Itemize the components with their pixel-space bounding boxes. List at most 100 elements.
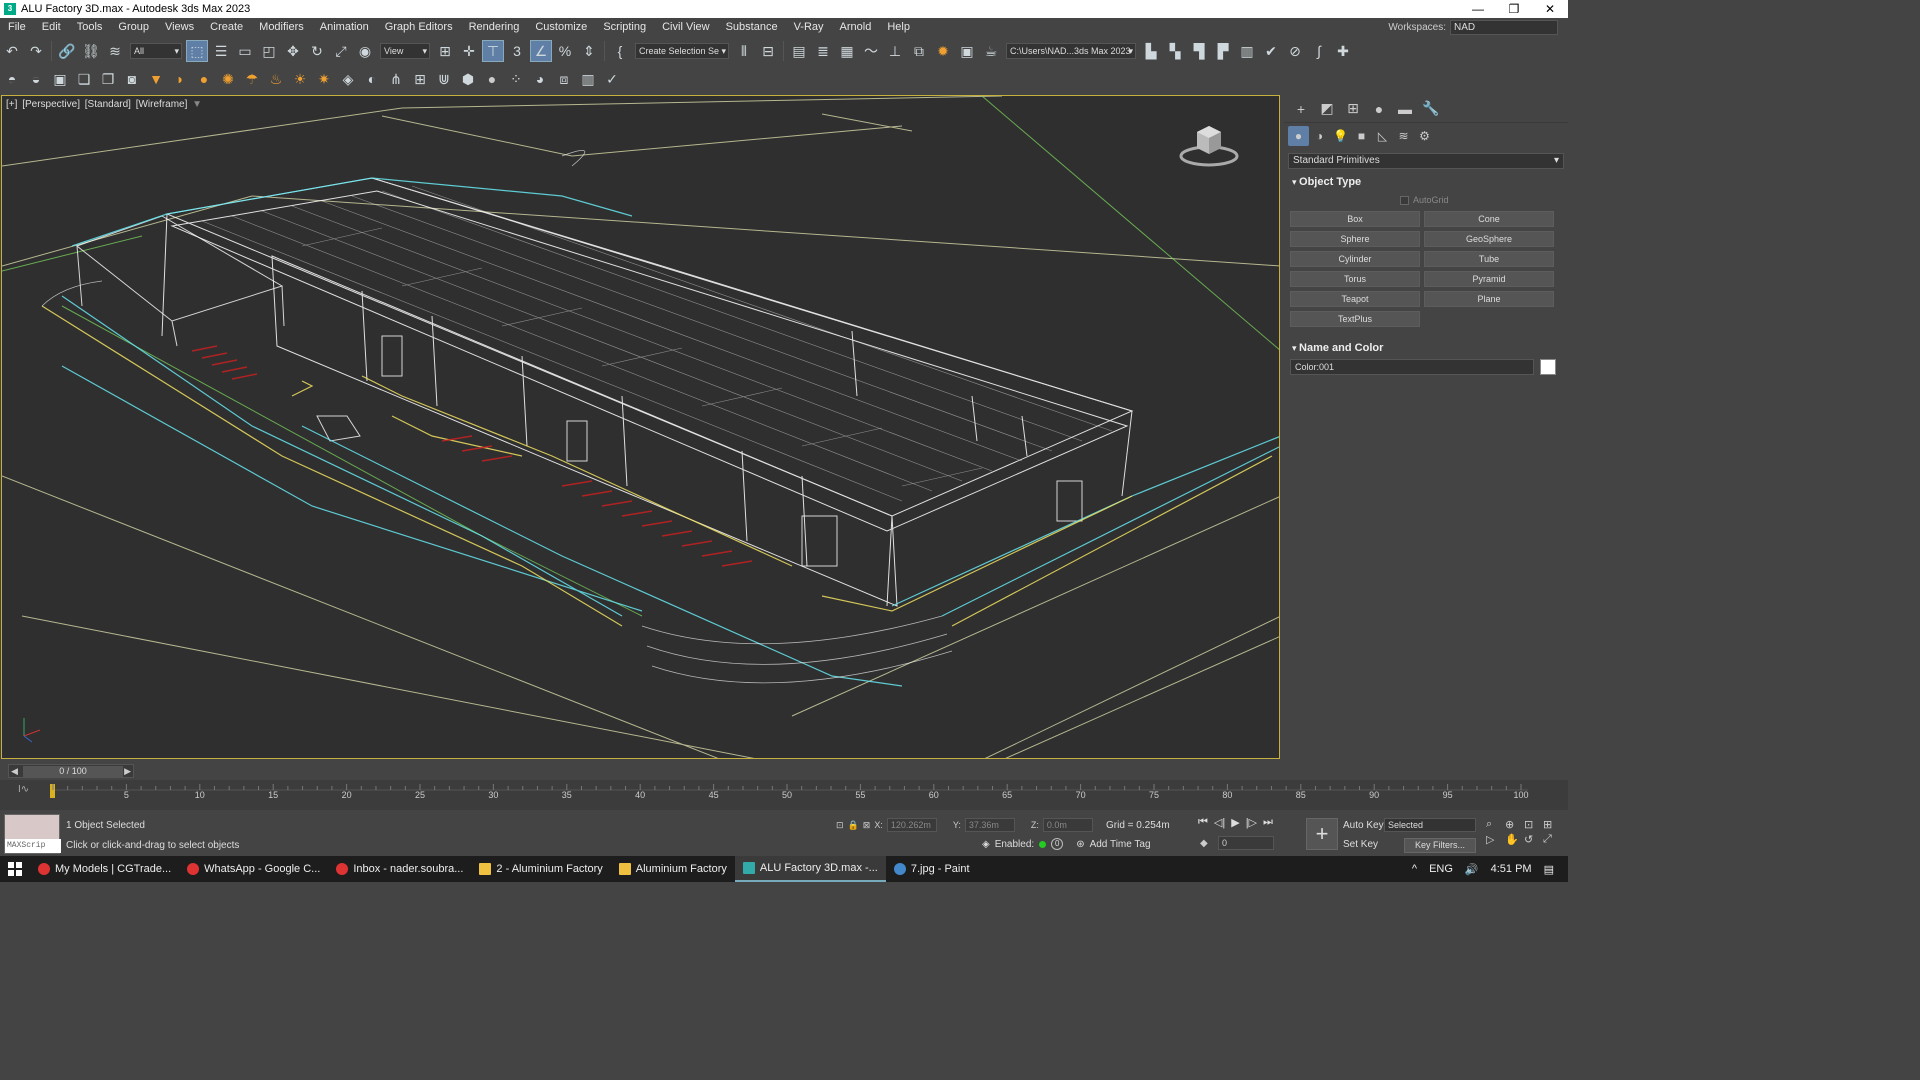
angle-snap-icon[interactable]: ∠ [530,40,552,62]
menu-file[interactable]: File [0,18,34,37]
snaps-toggle-icon[interactable]: 3 [506,40,528,62]
time-tag-icon[interactable]: ⊛ [1076,839,1084,850]
spinner-snap-icon[interactable]: ⇕ [578,40,600,62]
go-to-start-icon[interactable]: ⏮ [1198,816,1208,829]
menu-vray[interactable]: V-Ray [786,18,832,37]
menu-animation[interactable]: Animation [312,18,377,37]
key-filters-button[interactable]: Key Filters... [1404,838,1476,853]
time-slider-thumb[interactable]: 0 / 100 [23,766,123,777]
geometry-icon[interactable]: ● [1288,126,1309,146]
primitive-category-dropdown[interactable]: Standard Primitives [1288,153,1564,169]
time-slider-track[interactable]: ◀ 0 / 100 ▶ [8,764,134,778]
plane-button[interactable]: Plane [1424,291,1554,307]
scene-explorer-icon[interactable]: ▤ [788,40,810,62]
cameras-icon[interactable]: ■ [1351,126,1372,146]
previous-frame-icon[interactable]: ◁| [1214,816,1225,829]
play-icon[interactable]: ▶ [1231,816,1239,829]
hierarchy-tab-icon[interactable]: ⊞ [1340,100,1366,117]
name-color-rollout[interactable]: Name and Color [1284,339,1568,357]
mesh-light-icon[interactable]: ✺ [217,68,239,90]
y-coordinate-field[interactable]: 37.36m [964,818,1015,832]
sun-icon[interactable]: ☀ [289,68,311,90]
viewport-shading-std[interactable]: [Standard] [85,99,131,110]
rotate-icon[interactable]: ↻ [306,40,328,62]
viewport-menu[interactable]: [+] [6,99,17,110]
start-button[interactable] [0,856,30,882]
save-icon[interactable]: ▥ [1236,40,1258,62]
check-icon[interactable]: ✔ [1260,40,1282,62]
taskbar-item[interactable]: Aluminium Factory [611,856,735,882]
go-to-end-icon[interactable]: ⏭ [1263,816,1273,829]
menu-help[interactable]: Help [879,18,918,37]
edit-named-selection-icon[interactable]: { [609,40,631,62]
sphere-button[interactable]: Sphere [1290,231,1420,247]
taskbar-item[interactable]: 2 - Aluminium Factory [471,856,610,882]
plugin-icon[interactable]: ✚ [1332,40,1354,62]
zoom-extents-all-icon[interactable]: ⊞ [1543,818,1561,831]
auto-key-button[interactable]: Auto Key [1343,820,1384,839]
vray-frame-buffer-icon[interactable]: ▜ [1188,40,1210,62]
pyramid-button[interactable]: Pyramid [1424,271,1554,287]
curve-editor-icon[interactable]: 〜 [860,40,882,62]
next-frame-icon[interactable]: ▶ [124,765,131,777]
ref-coord-dropdown[interactable]: View [380,43,430,59]
material-lib-icon[interactable]: ◕ [529,68,551,90]
bind-spacewarp-icon[interactable]: ≋ [104,40,126,62]
menu-scripting[interactable]: Scripting [595,18,654,37]
mirror-icon[interactable]: ⫴ [733,40,755,62]
lights-icon[interactable]: 💡 [1330,126,1351,146]
menu-arnold[interactable]: Arnold [832,18,880,37]
vantage-icon[interactable]: ✓ [601,68,623,90]
shapes-icon[interactable]: ◑ [1309,126,1330,146]
dome-light-icon[interactable]: ◗ [169,68,191,90]
material-sphere-icon[interactable]: ● [481,68,503,90]
lock-icon[interactable]: 🔒 [848,820,859,831]
object-type-rollout[interactable]: Object Type [1284,173,1568,191]
taskbar-item[interactable]: 7.jpg - Paint [886,856,978,882]
camera-icon[interactable]: ◙ [121,68,143,90]
zoom-extents-icon[interactable]: ⊡ [1524,818,1542,831]
proxy-icon[interactable]: ◈ [337,68,359,90]
ies-light-icon[interactable]: ♨ [265,68,287,90]
layer-explorer-icon[interactable]: ≣ [812,40,834,62]
paste-icon[interactable]: ❐ [97,68,119,90]
absolute-mode-icon[interactable]: ⊠ [863,820,871,831]
teapot-button[interactable]: Teapot [1290,291,1420,307]
move-icon[interactable]: ✥ [282,40,304,62]
minimize-icon[interactable]: — [1460,0,1496,18]
z-coordinate-field[interactable]: 0.0m [1042,818,1093,832]
next-frame-icon[interactable]: |▷ [1246,816,1257,829]
copy-icon[interactable]: ❏ [73,68,95,90]
decal-icon[interactable]: ⬢ [457,68,479,90]
vray-render-icon[interactable]: ▛ [1212,40,1234,62]
viewport-shading[interactable]: [Wireframe] [136,99,188,110]
material-grid-icon[interactable]: ⁘ [505,68,527,90]
rect-selection-icon[interactable]: ▭ [234,40,256,62]
tray-expand-icon[interactable]: ^ [1412,863,1417,875]
modify-tab-icon[interactable]: ◩ [1314,100,1340,117]
key-mode-dropdown[interactable]: Selected [1384,818,1476,832]
key-mode-icon[interactable]: ◆ [1200,838,1208,849]
workspaces-select[interactable]: NAD [1450,20,1558,35]
autogrid-checkbox[interactable] [1400,195,1409,205]
current-frame-field[interactable]: 0 [1218,836,1274,850]
infinite-plane-icon[interactable]: ⊞ [409,68,431,90]
utilities-tab-icon[interactable]: 🔧 [1418,100,1444,117]
percent-snap-icon[interactable]: % [554,40,576,62]
notification-icon[interactable]: ▤ [1544,863,1554,876]
filter-icon[interactable]: ▼ [192,99,202,110]
toggle-ribbon-icon[interactable]: ▦ [836,40,858,62]
taskbar-item-active[interactable]: ALU Factory 3D.max -... [734,856,886,882]
cone-button[interactable]: Cone [1424,211,1554,227]
project-icon[interactable]: ▙ [1140,40,1162,62]
redo-icon[interactable]: ↷ [25,40,47,62]
menu-edit[interactable]: Edit [34,18,69,37]
perspective-viewport[interactable]: [+] [Perspective] [Standard] [Wireframe]… [1,95,1280,759]
project-path-dropdown[interactable]: C:\Users\NAD...3ds Max 2023 [1006,43,1136,59]
teapot-icon[interactable]: ◓ [1,68,23,90]
close-icon[interactable]: ✕ [1532,0,1568,18]
curve-toggle-icon[interactable]: I∿ [18,784,29,795]
volume-icon[interactable]: 🔊 [1465,863,1479,876]
menu-views[interactable]: Views [157,18,202,37]
textplus-button[interactable]: TextPlus [1290,311,1420,327]
